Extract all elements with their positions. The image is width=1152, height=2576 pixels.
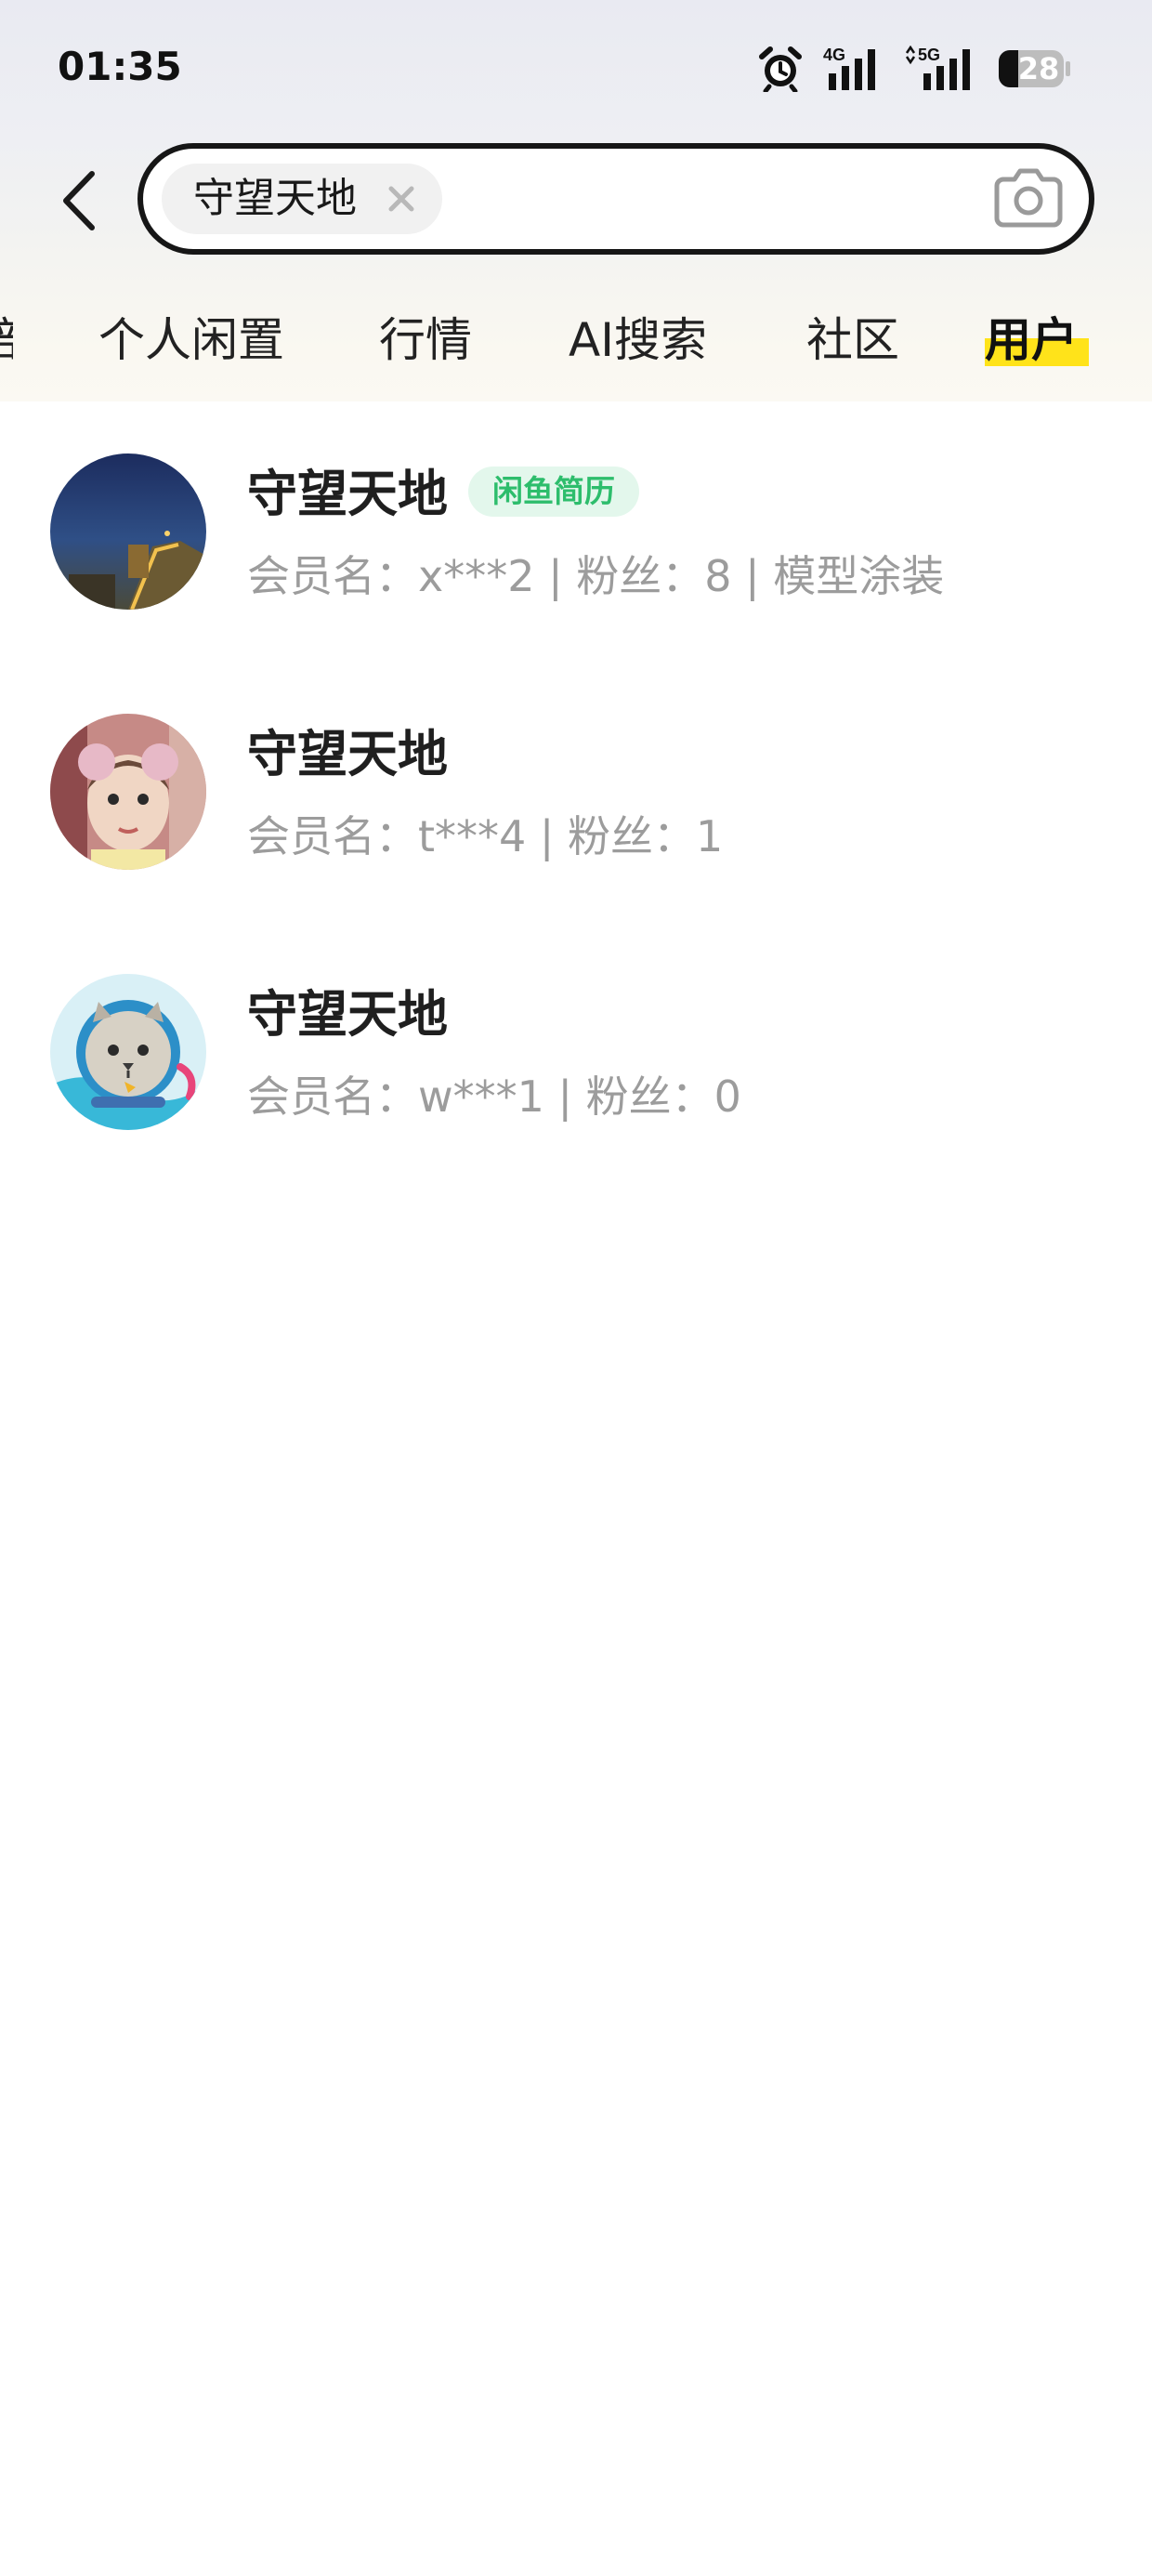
search-results-page: 01:35 4G 5G 28 守望天地 个人闲置 行情 AI搜索 社区 用户 守… xyxy=(0,0,1152,2576)
signal-5g-icon: 5G xyxy=(903,46,977,92)
tab-market[interactable]: 行情 xyxy=(379,296,472,385)
user-meta: 会员名：x***2 | 粉丝：8 | 模型涂装 xyxy=(247,551,945,601)
avatar[interactable] xyxy=(50,714,206,870)
camera-button[interactable] xyxy=(992,165,1065,232)
user-name: 守望天地 xyxy=(247,725,448,783)
query-chip[interactable]: 守望天地 xyxy=(162,164,442,234)
camera-icon xyxy=(994,166,1063,231)
network-4g-label: 4G xyxy=(823,46,845,64)
alarm-icon xyxy=(758,46,803,92)
query-chip-text: 守望天地 xyxy=(193,175,357,222)
user-name: 守望天地 xyxy=(247,985,448,1044)
status-icons: 4G 5G 28 xyxy=(758,43,1072,95)
resume-badge: 闲鱼简历 xyxy=(468,467,639,517)
network-5g-label: 5G xyxy=(918,46,940,64)
back-button[interactable] xyxy=(46,164,111,242)
search-box[interactable]: 守望天地 xyxy=(137,143,1094,255)
tab-users[interactable]: 用户 xyxy=(985,296,1078,385)
status-time: 01:35 xyxy=(58,44,182,89)
user-result-item[interactable]: 守望天地 会员名：t***4 | 粉丝：1 xyxy=(0,662,1152,922)
user-result-item[interactable]: 守望天地 会员名：w***1 | 粉丝：0 xyxy=(0,922,1152,1182)
user-result-item[interactable]: 守望天地 闲鱼简历 会员名：x***2 | 粉丝：8 | 模型涂装 xyxy=(0,401,1152,662)
battery-icon: 28 xyxy=(998,48,1072,89)
tab-community[interactable]: 社区 xyxy=(806,296,899,385)
user-meta: 会员名：t***4 | 粉丝：1 xyxy=(247,811,724,861)
user-meta: 会员名：w***1 | 粉丝：0 xyxy=(247,1071,741,1122)
tab-all[interactable]: 部 xyxy=(0,296,13,385)
tab-personal-idle[interactable]: 个人闲置 xyxy=(98,296,284,385)
battery-level: 28 xyxy=(1017,51,1060,86)
avatar[interactable] xyxy=(50,453,206,610)
avatar[interactable] xyxy=(50,974,206,1130)
back-arrow-icon xyxy=(59,168,99,237)
signal-4g-icon: 4G xyxy=(823,46,883,92)
tab-ai-search[interactable]: AI搜索 xyxy=(569,296,707,385)
user-name: 守望天地 xyxy=(247,465,448,523)
close-icon[interactable] xyxy=(383,180,420,217)
category-tabs: 部 个人闲置 行情 AI搜索 社区 xyxy=(0,296,1152,385)
status-bar: 01:35 4G 5G 28 xyxy=(0,0,1152,130)
